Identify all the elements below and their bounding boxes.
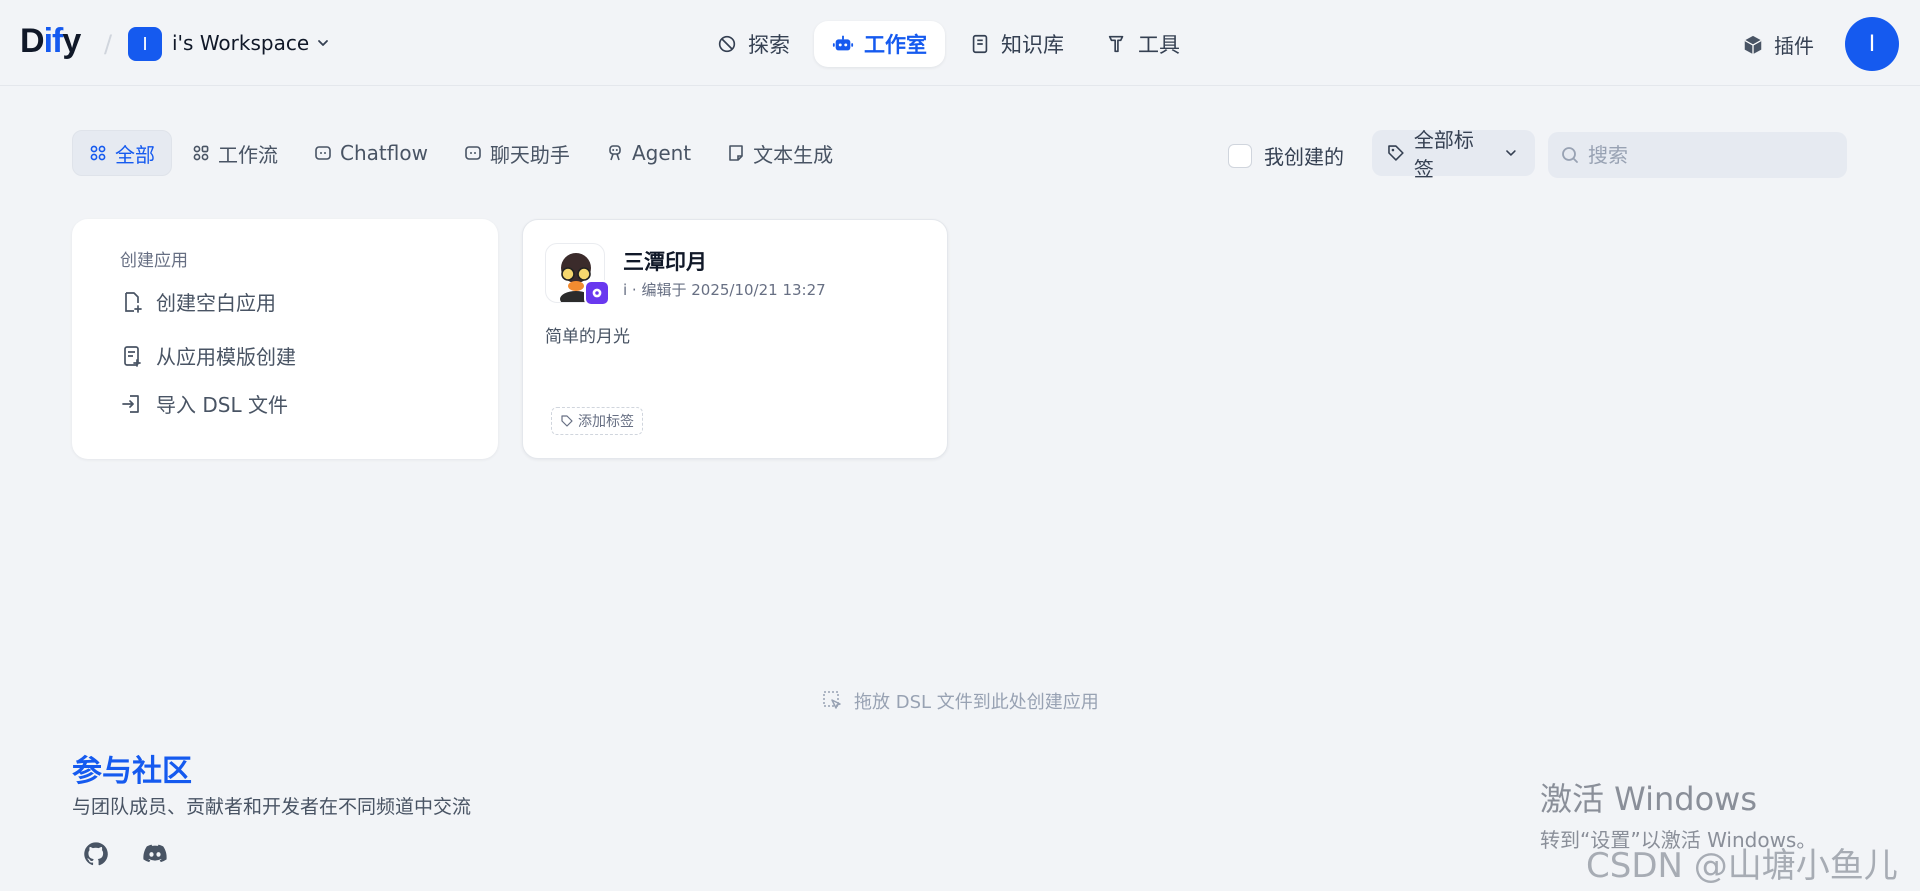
tab-text-generation-label: 文本生成	[753, 142, 834, 167]
import-dsl-button[interactable]: 导入 DSL 文件	[120, 389, 288, 418]
community-title: 参与社区	[72, 754, 192, 789]
user-avatar[interactable]: I	[1845, 17, 1899, 71]
tag-icon	[1388, 145, 1404, 161]
add-tag-button[interactable]: 添加标签	[551, 407, 643, 435]
drop-hint-text: 拖放 DSL 文件到此处创建应用	[854, 692, 1099, 713]
nav-knowledge-label: 知识库	[1001, 33, 1064, 57]
nav-studio[interactable]: 工作室	[814, 21, 945, 67]
created-by-me-label: 我创建的	[1264, 145, 1344, 169]
chevron-down-icon	[1506, 150, 1516, 156]
tab-all-label: 全部	[115, 142, 155, 167]
top-header: Dify / I i's Workspace 探索 工作室 知识库 工具 插件 …	[0, 0, 1920, 86]
drag-drop-icon	[823, 691, 841, 709]
tab-workflow[interactable]: 工作流	[176, 130, 294, 176]
github-icon	[84, 842, 108, 866]
workflow-icon	[193, 145, 209, 161]
plugins-button[interactable]: 插件	[1742, 30, 1814, 59]
create-app-card: 创建应用 创建空白应用 从应用模版创建 导入 DSL 文件	[72, 219, 498, 459]
created-by-me-filter[interactable]: 我创建的	[1228, 141, 1344, 170]
tab-text-generation[interactable]: 文本生成	[711, 130, 849, 176]
nav-tools-label: 工具	[1138, 33, 1180, 57]
import-dsl-label: 导入 DSL 文件	[156, 393, 288, 417]
tab-chatflow[interactable]: Chatflow	[298, 130, 444, 176]
explore-icon	[718, 35, 736, 53]
watermark-line1: 激活 Windows	[1540, 780, 1758, 818]
template-icon	[124, 345, 141, 367]
tag-icon	[561, 415, 573, 427]
chatflow-icon	[315, 146, 331, 160]
settings-badge-icon	[592, 288, 602, 298]
tab-chatflow-label: Chatflow	[340, 141, 428, 165]
create-app-title: 创建应用	[120, 251, 188, 271]
grid-icon	[90, 145, 106, 161]
divider-slash: /	[104, 30, 113, 58]
cube-icon	[1744, 35, 1762, 54]
create-from-template-button[interactable]: 从应用模版创建	[120, 341, 296, 370]
nav-explore-label: 探索	[748, 33, 790, 57]
app-type-badge	[584, 280, 610, 306]
logo-letter-d: D	[20, 22, 45, 60]
new-file-icon	[125, 291, 142, 313]
tab-agent[interactable]: Agent	[590, 130, 707, 176]
workspace-selector[interactable]: i's Workspace	[172, 31, 331, 55]
logo-letters-if: if	[43, 22, 64, 60]
logo-letter-y: y	[62, 22, 81, 60]
chat-bot-icon	[465, 146, 481, 160]
github-link[interactable]	[82, 840, 110, 868]
chevron-down-icon	[318, 40, 329, 46]
app-type-tabs: 全部 工作流 Chatflow 聊天助手 Agent 文本生成	[72, 130, 849, 176]
add-tag-label: 添加标签	[578, 414, 634, 430]
main-nav: 探索 工作室 知识库 工具	[698, 21, 1198, 67]
tab-agent-label: Agent	[631, 141, 692, 165]
tab-chat-assistant-label: 聊天助手	[489, 142, 570, 167]
search-icon	[1562, 147, 1578, 163]
workspace-avatar[interactable]: I	[128, 27, 162, 61]
hammer-icon	[1108, 35, 1124, 53]
nav-knowledge[interactable]: 知识库	[951, 21, 1082, 67]
document-icon	[729, 145, 743, 161]
robot-icon	[832, 35, 854, 51]
workspace-name: i's Workspace	[172, 31, 310, 55]
nav-tools[interactable]: 工具	[1088, 21, 1198, 67]
app-card[interactable]: 三潭印月 i · 编辑于 2025/10/21 13:27 简单的月光 添加标签	[522, 219, 948, 459]
nav-explore[interactable]: 探索	[698, 21, 808, 67]
discord-icon	[143, 844, 167, 863]
csdn-watermark: CSDN @山塘小鱼儿	[1586, 846, 1898, 886]
tab-chat-assistant[interactable]: 聊天助手	[448, 130, 586, 176]
plugins-label: 插件	[1774, 34, 1814, 58]
drop-dsl-hint: 拖放 DSL 文件到此处创建应用	[822, 688, 1099, 714]
discord-link[interactable]	[141, 840, 169, 868]
tag-filter-select[interactable]: 全部标签	[1372, 128, 1535, 181]
create-blank-app-label: 创建空白应用	[156, 291, 276, 315]
search-input[interactable]	[1588, 143, 1828, 167]
tag-filter-label: 全部标签	[1413, 128, 1474, 181]
import-icon	[122, 394, 139, 413]
book-icon	[972, 34, 988, 54]
community-subtitle: 与团队成员、贡献者和开发者在不同频道中交流	[72, 796, 472, 818]
nav-studio-label: 工作室	[864, 33, 927, 57]
app-name: 三潭印月	[623, 250, 707, 274]
tab-workflow-label: 工作流	[218, 142, 278, 167]
create-from-template-label: 从应用模版创建	[156, 345, 296, 369]
dify-logo[interactable]: Dify	[20, 22, 81, 61]
app-description: 简单的月光	[545, 327, 630, 347]
agent-icon	[609, 145, 621, 161]
search-box[interactable]	[1548, 132, 1847, 178]
created-by-me-checkbox[interactable]	[1228, 143, 1252, 168]
create-blank-app-button[interactable]: 创建空白应用	[120, 287, 276, 316]
app-meta: i · 编辑于 2025/10/21 13:27	[623, 281, 826, 299]
tab-all[interactable]: 全部	[72, 130, 172, 176]
